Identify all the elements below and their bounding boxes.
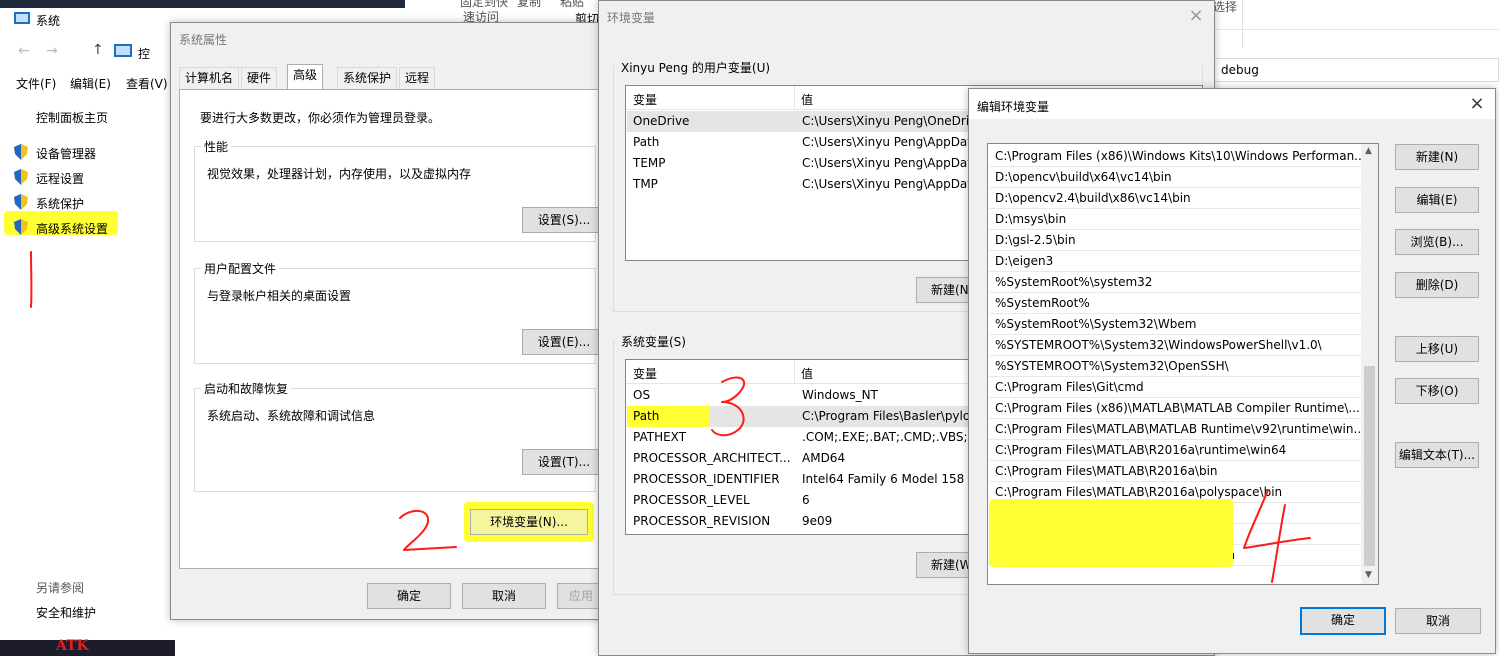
annotation-mark [1243,489,1311,583]
annotation-layer: 1 2 3 4 [30,251,1311,583]
annotation-mark [399,510,457,551]
annotation-mark [711,376,745,437]
